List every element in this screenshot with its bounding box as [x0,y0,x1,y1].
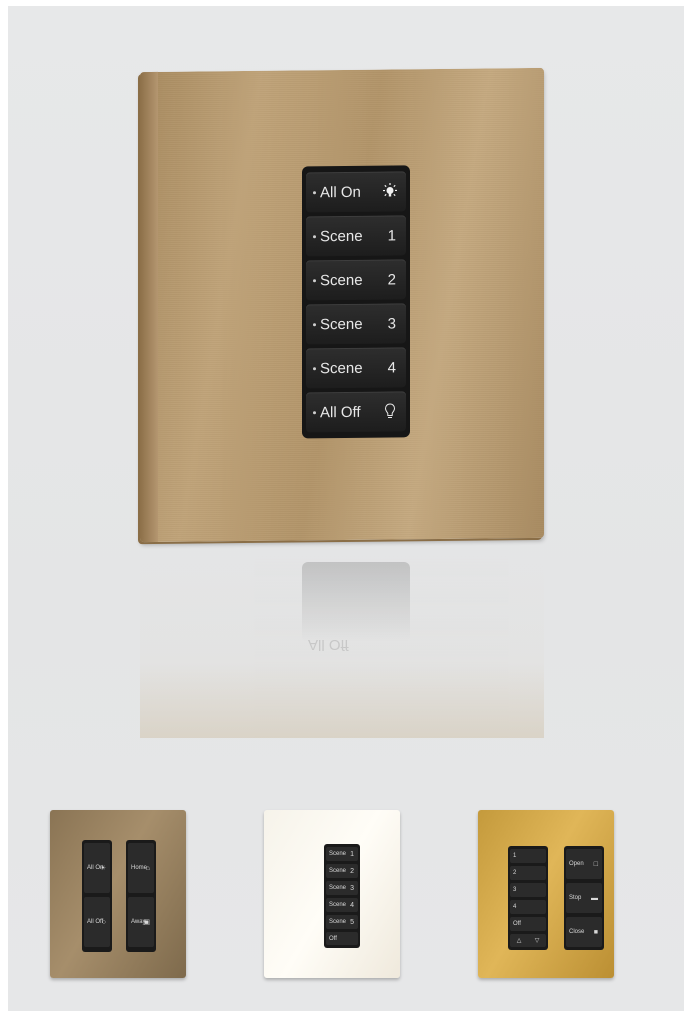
mini-key: All Off ○ [84,897,110,947]
plate-edge [140,71,158,543]
all-off-button[interactable]: All Off [306,391,406,433]
keypad-reflection [302,562,410,642]
bulb-off-icon: ○ [101,918,106,926]
mini-key-label: 2 [513,870,517,876]
mini-key-number: 5 [350,918,354,926]
mini-key-label: Scene [329,902,347,908]
mini-key-label: Off [513,921,521,927]
mini-keypad-left: All On ☀ All Off ○ [82,840,112,952]
mini-key-label: Close [569,929,585,935]
mini-key-arrows: △ ▽ [510,934,546,947]
mini-key: Off [510,917,546,931]
scene-3-button[interactable]: Scene 3 [306,303,406,345]
mini-key-label: Scene [329,919,347,925]
mini-key-label: Scene [329,885,347,891]
arrow-up-icon: △ [516,938,522,944]
keypad-button-column: All On Scene 1 Scene 2 Scene 3 Scene 4 A… [302,165,410,439]
mini-key: 3 [510,883,546,897]
mini-keypad-right: Home ⌂ Away ▣ [126,840,156,952]
button-number: 4 [387,358,396,377]
thumbnail-gold-keypad[interactable]: 1 2 3 4 Off △ ▽ Open □ Stop ▬ Close ■ [478,810,614,978]
mini-key: Scene 2 [326,864,358,878]
mini-key: 4 [510,900,546,914]
button-label: All Off [320,403,361,421]
mini-keypad: Scene 1 Scene 2 Scene 3 Scene 4 Scene 5 Off [324,844,360,948]
scene-2-button[interactable]: Scene 2 [306,259,406,301]
led-indicator [313,366,316,370]
mini-key: Scene 5 [326,915,358,929]
mini-key: Away ▣ [128,897,154,947]
mini-key: Close ■ [566,917,602,947]
mini-key: Scene 1 [326,847,358,861]
button-label: All On [320,183,361,201]
led-indicator [313,278,316,282]
scene-4-button[interactable]: Scene 4 [306,347,406,389]
mini-key: Scene 4 [326,898,358,912]
led-indicator [313,190,316,194]
mini-key: Scene 3 [326,881,358,895]
led-indicator [313,234,316,238]
shade-stop-icon: ▬ [591,894,598,902]
button-number: 2 [387,270,396,289]
mini-key-label: Off [329,935,337,942]
button-label: Scene [320,315,363,333]
home-icon: ⌂ [145,864,150,872]
mini-key-label: Home [131,865,148,871]
shade-open-icon: □ [593,860,598,868]
button-label: Scene [320,359,363,377]
mini-key-label: 4 [513,904,517,910]
mini-key: 1 [510,849,546,863]
mini-key-label: Scene [329,868,347,874]
button-number: 3 [387,314,396,333]
bulb-on-icon: ☀ [99,865,106,872]
mini-key: Off [326,932,358,945]
mini-key-label: 3 [513,887,517,893]
mini-key-number: 2 [350,867,354,875]
mini-key-label: 1 [513,853,517,859]
led-indicator [313,322,316,326]
scene-1-button[interactable]: Scene 1 [306,215,406,257]
thumbnail-bronze-keypad[interactable]: All On ☀ All Off ○ Home ⌂ Away ▣ [50,810,186,978]
reflection-text: All Off [308,636,349,653]
mini-key-number: 4 [350,901,354,909]
mini-key: Stop ▬ [566,883,602,913]
button-label: Scene [320,271,363,289]
mini-key-label: Stop [569,895,582,901]
bulb-on-icon [382,181,398,201]
led-indicator [313,410,316,414]
mini-key: Home ⌂ [128,843,154,893]
bulb-off-icon [382,401,398,421]
mini-key: 2 [510,866,546,880]
mini-key-number: 1 [350,850,354,858]
button-label: Scene [320,227,363,245]
mini-key-label: Scene [329,851,347,857]
mini-key: All On ☀ [84,843,110,893]
mini-key-number: 3 [350,884,354,892]
shade-close-icon: ■ [593,928,598,936]
mini-keypad-right: Open □ Stop ▬ Close ■ [564,846,604,950]
thumbnail-white-keypad[interactable]: Scene 1 Scene 2 Scene 3 Scene 4 Scene 5 Off [264,810,400,978]
arrow-down-icon: ▽ [534,938,540,944]
mini-keypad-left: 1 2 3 4 Off △ ▽ [508,846,548,950]
all-on-button[interactable]: All On [306,171,406,213]
mini-key: Open □ [566,849,602,879]
mini-key-label: Open [569,861,584,867]
brass-keypad-plate: All On Scene 1 Scene 2 Scene 3 Scene 4 A… [140,67,544,543]
button-number: 1 [387,226,396,245]
away-icon: ▣ [143,919,150,926]
